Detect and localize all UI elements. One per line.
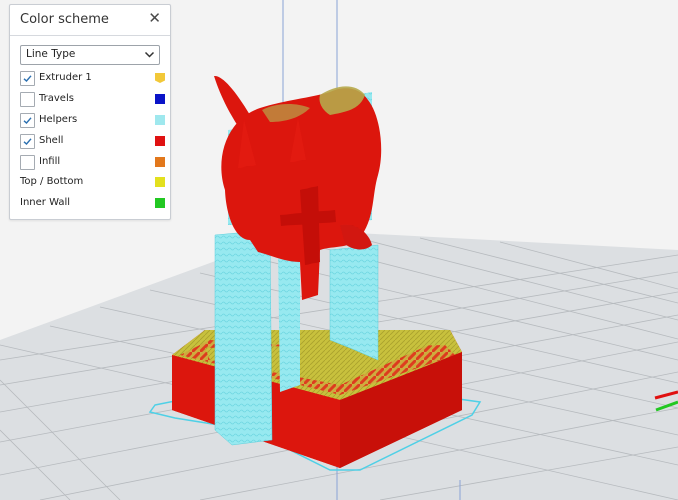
legend-row-extruder-1[interactable]: Extruder 1: [20, 71, 165, 87]
color-scheme-panel: Color scheme ✕ Line Type Extruder 1 Trave…: [9, 4, 171, 220]
legend-label: Top / Bottom: [20, 176, 84, 187]
color-swatch: [155, 94, 165, 104]
color-swatch: [155, 157, 165, 167]
legend-label: Travels: [39, 93, 74, 104]
legend-label: Helpers: [39, 114, 78, 125]
visibility-checkbox[interactable]: [20, 113, 35, 128]
legend-label: Shell: [39, 135, 64, 146]
legend-label: Infill: [39, 156, 61, 167]
checkmark-icon: [23, 117, 32, 124]
visibility-checkbox[interactable]: [20, 134, 35, 149]
legend-row-travels[interactable]: Travels: [20, 92, 165, 108]
panel-header: Color scheme ✕: [10, 5, 170, 36]
legend-row-shell[interactable]: Shell: [20, 134, 165, 150]
checkmark-icon: [23, 75, 32, 82]
checkmark-icon: [23, 138, 32, 145]
color-swatch: [155, 136, 165, 146]
panel-title: Color scheme: [20, 12, 109, 27]
legend-label: Extruder 1: [39, 72, 92, 83]
legend-row-top-bottom: Top / Bottom: [20, 175, 165, 191]
legend-row-helpers[interactable]: Helpers: [20, 113, 165, 129]
dropdown-value: Line Type: [26, 48, 76, 60]
color-swatch: [155, 177, 165, 187]
color-scheme-dropdown[interactable]: Line Type: [20, 45, 160, 65]
color-swatch: [155, 115, 165, 125]
legend-label: Inner Wall: [20, 197, 70, 208]
visibility-checkbox[interactable]: [20, 92, 35, 107]
visibility-checkbox[interactable]: [20, 71, 35, 86]
visibility-checkbox[interactable]: [20, 155, 35, 170]
chevron-down-icon: [144, 51, 155, 58]
color-swatch: [155, 198, 165, 208]
color-swatch-flag-icon: [155, 73, 165, 83]
close-icon[interactable]: ✕: [148, 10, 161, 26]
legend-row-inner-wall: Inner Wall: [20, 196, 165, 212]
legend-row-infill[interactable]: Infill: [20, 155, 165, 171]
